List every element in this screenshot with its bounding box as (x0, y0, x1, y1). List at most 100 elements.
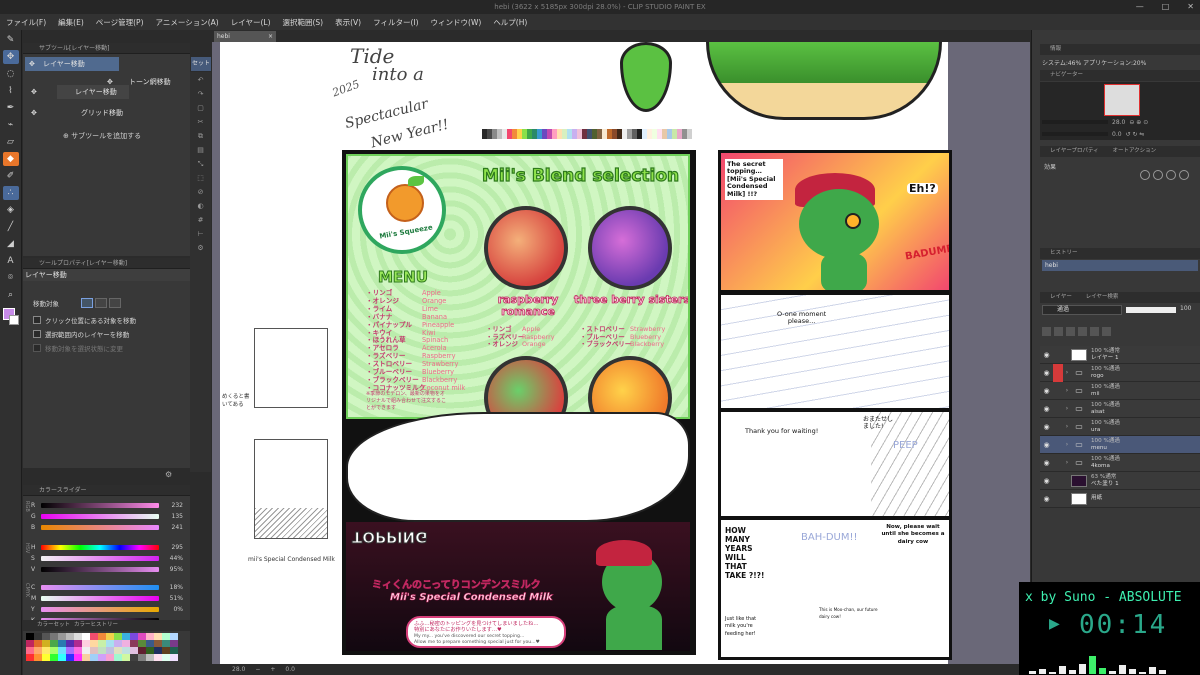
close-tab-icon[interactable]: × (268, 31, 273, 42)
layer-row[interactable]: ◉ 用紙 (1040, 490, 1200, 508)
color-swatch[interactable] (26, 633, 34, 640)
tab-colorhistory[interactable]: カラーヒストリー (74, 620, 118, 631)
brush-icon[interactable]: ⌁ (3, 118, 19, 132)
visibility-eye-icon[interactable]: ◉ (1042, 405, 1051, 413)
canvas-area[interactable]: Tide into a Spectacular New Year!! 2025 … (212, 42, 1030, 664)
color-swatch[interactable] (130, 654, 138, 661)
folder-chevron-icon[interactable]: › (1063, 423, 1071, 430)
color-swatch[interactable] (154, 640, 162, 647)
slider-value[interactable]: 241 (159, 524, 183, 531)
color-swatch[interactable] (50, 647, 58, 654)
option-select-state[interactable]: 移動対象を選択状態に変更 (33, 343, 123, 353)
folder-chevron-icon[interactable]: › (1063, 405, 1071, 412)
color-swatch[interactable] (122, 647, 130, 654)
layer-color-tag[interactable] (1053, 490, 1063, 508)
color-swatch[interactable] (58, 640, 66, 647)
menu-file[interactable]: ファイル(F) (6, 17, 46, 28)
menu-edit[interactable]: 編集(E) (58, 17, 84, 28)
color-swatch[interactable] (66, 654, 74, 661)
draft-icon[interactable] (1078, 326, 1087, 336)
airbrush-icon[interactable]: ∴ (2, 186, 19, 200)
slider-value[interactable]: 232 (159, 502, 183, 509)
color-swatch[interactable] (82, 654, 90, 661)
color-swatch[interactable] (138, 640, 146, 647)
add-subtool-button[interactable]: ⊕ サブツールを追加する (63, 131, 141, 141)
color-swatch[interactable] (90, 647, 98, 654)
layer-color-tag[interactable] (1053, 418, 1063, 436)
color-swatch[interactable] (42, 640, 50, 647)
menu-help[interactable]: ヘルプ(H) (493, 17, 527, 28)
color-swatch[interactable] (98, 633, 106, 640)
eraser-icon[interactable]: ▱ (3, 135, 19, 149)
color-swatch[interactable] (106, 647, 114, 654)
clip-icon[interactable] (1054, 326, 1063, 336)
layer-property-header[interactable]: レイヤープロパティ オートアクション (1040, 146, 1200, 157)
color-swatch[interactable] (98, 654, 106, 661)
visibility-eye-icon[interactable]: ◉ (1042, 387, 1051, 395)
set-tab[interactable]: セット1 (191, 57, 211, 81)
color-swatch[interactable] (50, 640, 58, 647)
layer-row[interactable]: ◉ › ▭ 100 %通過 aisat (1040, 400, 1200, 418)
color-slider-v[interactable]: V 95% (31, 565, 189, 574)
option-click-move[interactable]: クリック位置にある対象を移動 (33, 315, 136, 325)
color-swatch[interactable] (106, 640, 114, 647)
color-swatch[interactable] (34, 640, 42, 647)
visibility-eye-icon[interactable]: ◉ (1042, 441, 1051, 449)
color-swatch[interactable] (42, 647, 50, 654)
layer-color-tag[interactable] (1053, 454, 1063, 472)
color-swatch[interactable] (42, 654, 50, 661)
color-swatch[interactable] (74, 633, 82, 640)
layer-color-tag[interactable] (1053, 382, 1063, 400)
color-swatch[interactable] (42, 633, 50, 640)
color-swatch[interactable] (122, 633, 130, 640)
deselect-icon[interactable]: ⊘ (194, 186, 208, 198)
subtool-tone-move[interactable]: ✥ トーン網移動 (107, 75, 189, 89)
paste-icon[interactable]: ▤ (194, 144, 208, 156)
slider-track[interactable] (41, 596, 159, 601)
layer-opacity-value[interactable]: 100 (1180, 305, 1191, 312)
color-swatch[interactable] (82, 647, 90, 654)
color-swatch[interactable] (138, 633, 146, 640)
bubble-icon[interactable]: ⌾ (3, 271, 19, 285)
color-swatch[interactable] (170, 633, 178, 640)
slider-value[interactable]: 51% (159, 595, 183, 602)
slider-track[interactable] (41, 607, 159, 612)
color-swatch[interactable] (138, 647, 146, 654)
maximize-button[interactable]: □ (1162, 0, 1170, 14)
color-swatch[interactable] (114, 640, 122, 647)
color-swatch[interactable] (146, 633, 154, 640)
slider-value[interactable]: 95% (159, 566, 183, 573)
layer-row[interactable]: ◉ › ▭ 100 %通過 mii (1040, 382, 1200, 400)
zoom-value[interactable]: 28.0 (232, 666, 245, 673)
color-swatch[interactable] (50, 654, 58, 661)
color-swatch[interactable] (106, 654, 114, 661)
effect-border-icon[interactable] (1140, 170, 1150, 180)
undo-icon[interactable]: ↶ (194, 74, 208, 86)
document-tab[interactable]: hebi × (214, 31, 276, 42)
zoom-in-icon[interactable]: + (270, 666, 275, 673)
zoom-out-icon[interactable]: − (255, 666, 260, 673)
color-swatch[interactable] (154, 633, 162, 640)
slider-track[interactable] (41, 503, 159, 508)
pencil-icon[interactable]: ✐ (3, 169, 19, 183)
visibility-eye-icon[interactable]: ◉ (1042, 423, 1051, 431)
invert-icon[interactable]: ◐ (194, 200, 208, 212)
color-swatch[interactable] (170, 654, 178, 661)
text-icon[interactable]: A (3, 254, 19, 268)
color-slider-h[interactable]: H 295 (31, 543, 189, 552)
menu-view[interactable]: 表示(V) (335, 17, 361, 28)
navigator-thumbnail[interactable] (1104, 84, 1140, 116)
color-swatch[interactable] (90, 640, 98, 647)
zoom-buttons-icon[interactable]: ⊖ ⊕ ⊙ (1129, 119, 1148, 126)
select-icon[interactable]: ⬚ (194, 172, 208, 184)
sub-color-swatch[interactable] (9, 315, 19, 325)
subtool-grid-move[interactable]: ✥ グリッド移動 (31, 106, 143, 120)
color-swatch[interactable] (130, 633, 138, 640)
visibility-eye-icon[interactable]: ◉ (1042, 459, 1051, 467)
color-swatch[interactable] (122, 640, 130, 647)
layer-row[interactable]: ◉ › ▭ 100 %通過 ura (1040, 418, 1200, 436)
colorslider-tab[interactable]: カラースライダー (23, 485, 190, 496)
target-tone-option[interactable] (95, 298, 107, 308)
color-slider-s[interactable]: S 44% (31, 554, 189, 563)
color-swatch[interactable] (66, 640, 74, 647)
